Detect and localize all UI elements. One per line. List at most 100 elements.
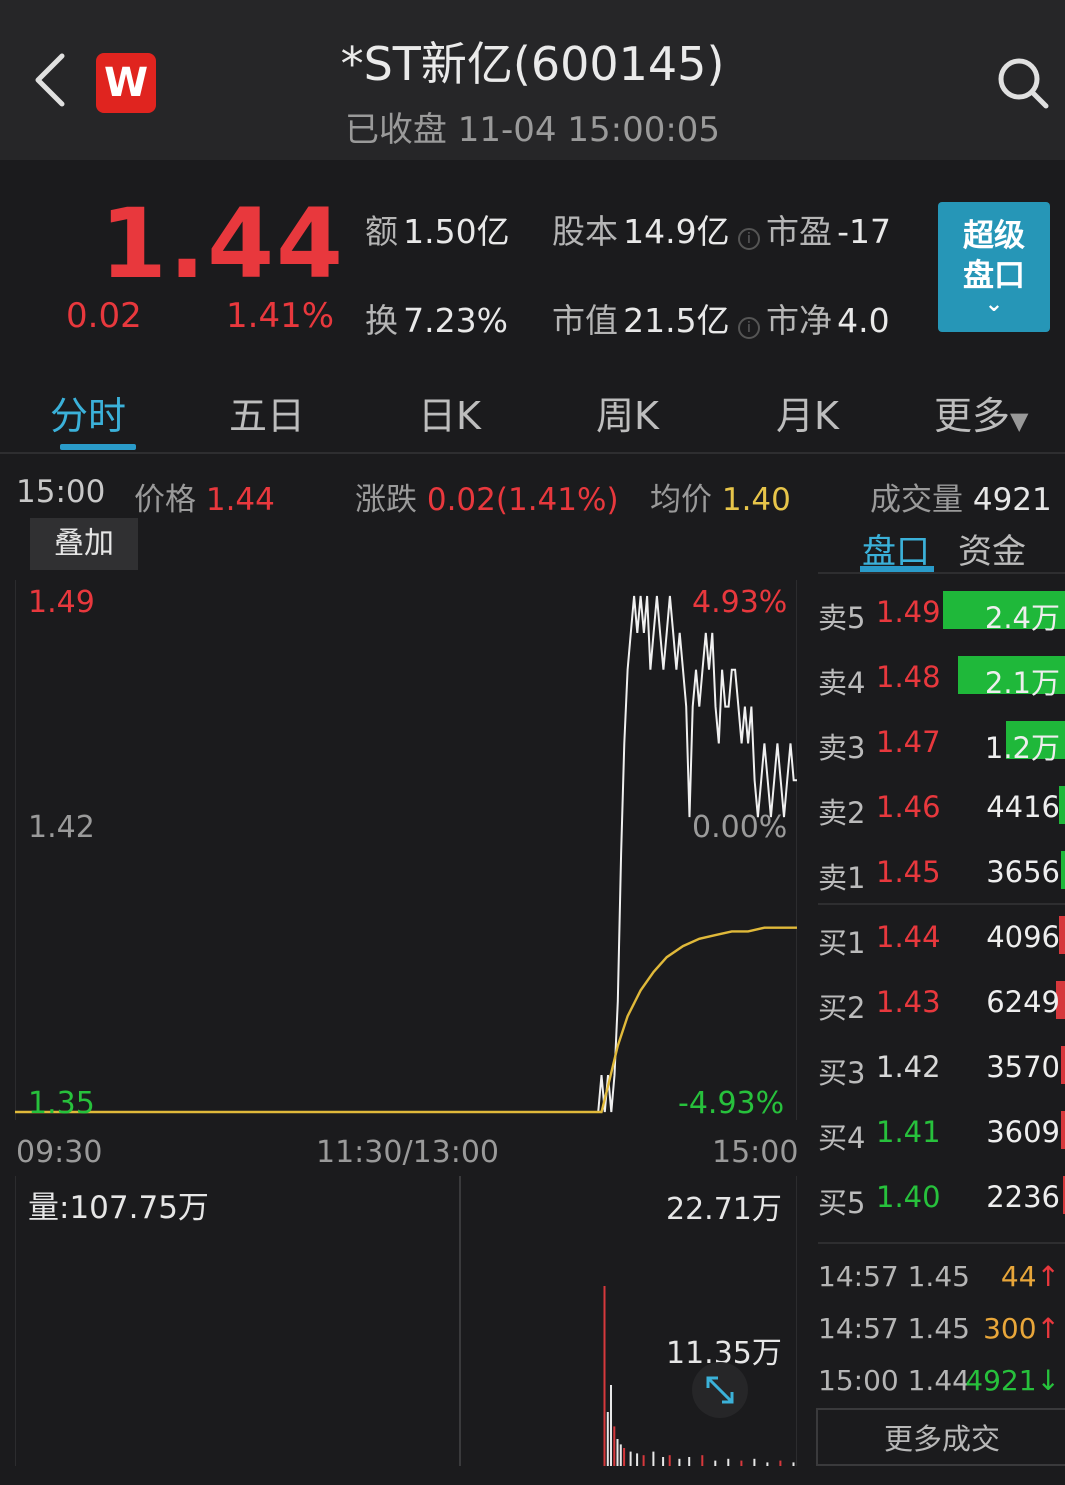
trade-time: 14:57 xyxy=(818,1260,899,1293)
average-price-line xyxy=(15,926,797,1114)
level-label: 买1 xyxy=(818,926,866,960)
volume-bar xyxy=(779,1460,782,1466)
trade-price: 1.44 xyxy=(907,1364,970,1397)
volume-bar xyxy=(652,1451,655,1466)
info-icon: i xyxy=(738,227,760,250)
stat-turnover: 换 7.23% xyxy=(365,301,508,340)
trade-direction-arrow: ↑ xyxy=(1036,1260,1060,1293)
level-price: 1.44 xyxy=(876,920,941,954)
level-volume: 6249 xyxy=(986,985,1060,1019)
trade-direction-arrow: ↓ xyxy=(1036,1364,1060,1397)
stat-capital: 股本 14.9亿 xyxy=(552,212,730,251)
more-trades-button[interactable]: 更多成交 xyxy=(816,1408,1065,1466)
axis-pct-mid: 0.00% xyxy=(692,810,788,845)
level-label: 买3 xyxy=(818,1056,866,1090)
volume-bar xyxy=(668,1455,671,1466)
axis-pct-low: -4.93% xyxy=(678,1086,785,1121)
level-volume: 2.1万 xyxy=(984,666,1060,700)
tab-weekly-k[interactable]: 周K xyxy=(596,385,659,440)
trade-volume-value: 44 xyxy=(1000,1260,1037,1293)
change-percent: 1.41% xyxy=(226,296,335,336)
trade-price: 1.45 xyxy=(907,1260,970,1293)
level-label: 买4 xyxy=(818,1121,866,1155)
level-price: 1.49 xyxy=(876,595,941,629)
volume-bar xyxy=(701,1455,704,1466)
level-volume: 3656 xyxy=(986,855,1060,889)
trade-row: 15:00 1.44 4921↓ xyxy=(818,1364,1065,1397)
volume-bar xyxy=(1060,851,1065,889)
axis-price-mid: 1.42 xyxy=(28,810,95,845)
bid-row[interactable]: 买2 1.43 6249 xyxy=(818,981,1065,1025)
search-icon[interactable] xyxy=(995,55,1051,111)
bid-row[interactable]: 买1 1.44 4096 xyxy=(818,916,1065,960)
info-average: 均价 1.40 xyxy=(650,482,791,518)
change-amount: 0.02 xyxy=(66,296,142,336)
info-icon: i xyxy=(738,316,760,339)
level-price: 1.48 xyxy=(876,660,941,694)
tab-intraday[interactable]: 分时 xyxy=(50,385,126,440)
volume-bar xyxy=(740,1460,743,1466)
stat-pb[interactable]: i 市净 4.0 xyxy=(738,294,890,342)
volume-bar xyxy=(688,1457,691,1466)
level-price: 1.41 xyxy=(876,1115,941,1149)
volume-bar xyxy=(1059,916,1065,954)
last-price: 1.44 xyxy=(100,188,345,300)
trade-price: 1.45 xyxy=(907,1312,970,1345)
trade-time: 15:00 xyxy=(818,1364,899,1397)
divider xyxy=(818,572,1065,574)
volume-chart[interactable] xyxy=(15,1176,797,1466)
ask-row[interactable]: 卖3 1.47 1.2万 xyxy=(818,721,1065,765)
axis-price-high: 1.49 xyxy=(28,585,95,620)
ask-row[interactable]: 卖5 1.49 2.4万 xyxy=(818,591,1065,635)
intraday-price-chart[interactable] xyxy=(15,580,797,1120)
info-change: 涨跌 0.02(1.41%) xyxy=(355,482,619,518)
chevron-down-icon: ⌄ xyxy=(984,292,1004,317)
ask-row[interactable]: 卖1 1.45 3656 xyxy=(818,851,1065,895)
divider xyxy=(0,452,1065,454)
volume-bar xyxy=(606,1412,609,1466)
bid-row[interactable]: 买3 1.42 3570 xyxy=(818,1046,1065,1090)
overlay-button[interactable]: 叠加 xyxy=(30,518,138,570)
level-volume: 4416 xyxy=(986,790,1060,824)
tab-more[interactable]: 更多▼ xyxy=(934,385,1028,440)
volume-bar xyxy=(629,1451,632,1466)
axis-time-mid: 11:30/13:00 xyxy=(316,1135,500,1170)
bid-row[interactable]: 买5 1.40 2236 xyxy=(818,1176,1065,1220)
info-volume: 成交量 4921 xyxy=(870,482,1052,518)
volume-bar xyxy=(678,1458,681,1466)
expand-icon[interactable] xyxy=(692,1362,748,1418)
stat-pe[interactable]: i 市盈 -17 xyxy=(738,205,891,253)
volume-bar xyxy=(1060,1046,1065,1084)
volume-bar xyxy=(613,1426,616,1466)
level-price: 1.46 xyxy=(876,790,941,824)
level-label: 买2 xyxy=(818,991,866,1025)
super-button-line2: 盘口 xyxy=(963,258,1025,294)
tab-fund-flow[interactable]: 资金 xyxy=(958,524,1026,573)
divider xyxy=(818,903,1065,905)
level-label: 卖1 xyxy=(818,861,866,895)
stat-amount: 额 1.50亿 xyxy=(365,212,510,251)
axis-pct-high: 4.93% xyxy=(692,585,788,620)
volume-bar xyxy=(610,1385,612,1466)
volume-bar xyxy=(603,1286,606,1466)
axis-price-low: 1.35 xyxy=(28,1086,95,1121)
bid-row[interactable]: 买4 1.41 3609 xyxy=(818,1111,1065,1155)
volume-bar xyxy=(616,1439,619,1466)
ask-row[interactable]: 卖4 1.48 2.1万 xyxy=(818,656,1065,700)
level-volume: 2236 xyxy=(986,1180,1060,1214)
volume-bar xyxy=(642,1455,645,1466)
ask-row[interactable]: 卖2 1.46 4416 xyxy=(818,786,1065,830)
volume-bar xyxy=(1059,786,1065,824)
trade-volume: 44↑ xyxy=(1001,1260,1060,1293)
super-orderbook-button[interactable]: 超级 盘口 ⌄ xyxy=(938,202,1050,332)
tab-more-label: 更多 xyxy=(934,394,1011,438)
level-volume: 4096 xyxy=(986,920,1060,954)
tab-monthly-k[interactable]: 月K xyxy=(776,385,839,440)
tab-five-day[interactable]: 五日 xyxy=(229,385,305,440)
trade-row: 14:57 1.45 300↑ xyxy=(818,1312,1065,1345)
level-volume: 2.4万 xyxy=(984,601,1060,635)
trade-row: 14:57 1.45 44↑ xyxy=(818,1260,1065,1293)
tab-daily-k[interactable]: 日K xyxy=(418,385,481,440)
volume-bar xyxy=(623,1448,626,1466)
volume-bar xyxy=(1060,1111,1065,1149)
